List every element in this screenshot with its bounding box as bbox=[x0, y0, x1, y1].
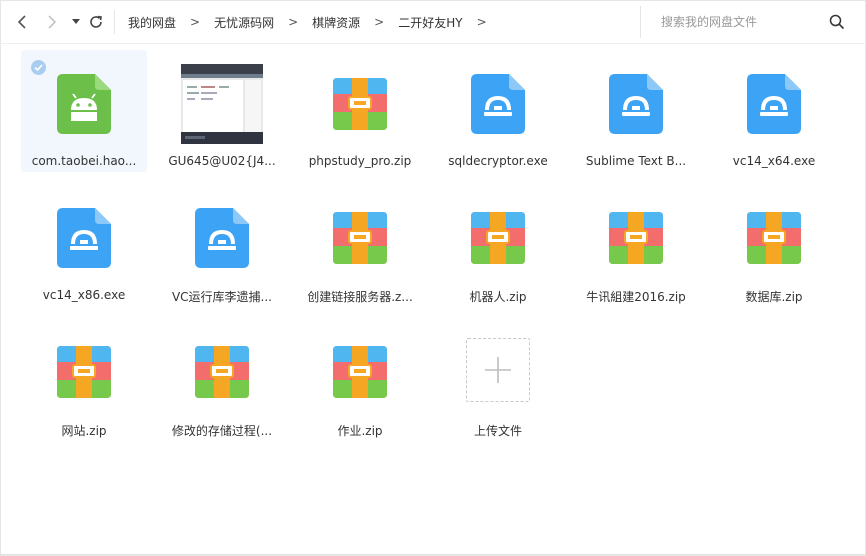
breadcrumb-item[interactable]: 无忧源码网 bbox=[214, 14, 274, 31]
file-name: 作业.zip bbox=[337, 424, 383, 438]
caret-down-icon bbox=[72, 19, 80, 24]
exe-file-icon bbox=[57, 208, 111, 268]
file-item[interactable]: com.taobei.hao... bbox=[21, 50, 147, 172]
breadcrumb-separator: > bbox=[288, 15, 299, 29]
file-item[interactable]: 作业.zip bbox=[297, 318, 423, 440]
back-button[interactable] bbox=[12, 12, 32, 32]
exe-file-icon bbox=[195, 208, 249, 268]
file-item[interactable]: vc14_x86.exe bbox=[21, 184, 147, 306]
toolbar-divider-horizontal bbox=[0, 43, 866, 44]
file-item[interactable]: 牛讯組建2016.zip bbox=[573, 184, 699, 306]
file-name: 创建链接服务器.z... bbox=[307, 290, 413, 304]
image-thumbnail bbox=[181, 64, 263, 144]
file-name: VC运行库李遗捕... bbox=[171, 290, 273, 304]
file-name: Sublime Text B... bbox=[585, 154, 687, 168]
file-item[interactable]: 机器人.zip bbox=[435, 184, 561, 306]
file-item[interactable]: vc14_x64.exe bbox=[711, 50, 837, 172]
android-apk-icon bbox=[57, 74, 111, 134]
breadcrumb-item[interactable]: 二开好友HY bbox=[398, 14, 462, 31]
file-name: 修改的存储过程(... bbox=[171, 424, 273, 438]
upload-box[interactable] bbox=[466, 338, 530, 402]
breadcrumb-separator: > bbox=[374, 15, 385, 29]
file-item[interactable]: 网站.zip bbox=[21, 318, 147, 440]
upload-file-tile[interactable]: 上传文件 bbox=[435, 318, 561, 440]
exe-file-icon bbox=[747, 74, 801, 134]
file-item[interactable]: 创建链接服务器.z... bbox=[297, 184, 423, 306]
history-dropdown-button[interactable] bbox=[66, 12, 86, 32]
file-name: sqldecryptor.exe bbox=[448, 154, 548, 168]
file-name: vc14_x86.exe bbox=[42, 288, 126, 302]
checkmark-icon[interactable] bbox=[31, 60, 46, 75]
zip-archive-icon bbox=[747, 212, 801, 264]
forward-button[interactable] bbox=[42, 12, 62, 32]
chevron-right-icon bbox=[48, 15, 57, 29]
toolbar-divider bbox=[114, 10, 115, 34]
upload-label: 上传文件 bbox=[473, 424, 522, 438]
zip-archive-icon bbox=[609, 212, 663, 264]
refresh-button[interactable] bbox=[86, 12, 106, 32]
zip-archive-icon bbox=[333, 212, 387, 264]
zip-archive-icon bbox=[57, 346, 111, 398]
toolbar: 我的网盘 > 无忧源码网 > 棋牌资源 > 二开好友HY > bbox=[0, 0, 866, 44]
file-name: 机器人.zip bbox=[469, 290, 527, 304]
file-name: 牛讯組建2016.zip bbox=[586, 290, 686, 304]
file-name: 数据库.zip bbox=[745, 290, 803, 304]
breadcrumb: 我的网盘 > 无忧源码网 > 棋牌资源 > 二开好友HY > bbox=[128, 0, 501, 44]
file-item[interactable]: sqldecryptor.exe bbox=[435, 50, 561, 172]
file-item[interactable]: phpstudy_pro.zip bbox=[297, 50, 423, 172]
breadcrumb-item[interactable]: 棋牌资源 bbox=[312, 14, 360, 31]
zip-archive-icon bbox=[195, 346, 249, 398]
file-item[interactable]: VC运行库李遗捕... bbox=[159, 184, 285, 306]
file-name: vc14_x64.exe bbox=[732, 154, 816, 168]
breadcrumb-separator: > bbox=[476, 15, 487, 29]
exe-file-icon bbox=[471, 74, 525, 134]
plus-icon bbox=[485, 357, 511, 383]
file-name: phpstudy_pro.zip bbox=[308, 154, 412, 168]
zip-archive-icon bbox=[333, 346, 387, 398]
breadcrumb-separator: > bbox=[190, 15, 201, 29]
file-name: GU645@U02{J4... bbox=[168, 154, 276, 168]
zip-archive-icon bbox=[333, 78, 387, 130]
file-name: com.taobei.hao... bbox=[31, 154, 137, 168]
search-input[interactable] bbox=[661, 13, 811, 31]
refresh-icon bbox=[90, 15, 102, 28]
search-icon[interactable] bbox=[829, 14, 845, 30]
exe-file-icon bbox=[609, 74, 663, 134]
file-name: 网站.zip bbox=[61, 424, 107, 438]
search-box bbox=[640, 6, 860, 38]
file-item[interactable]: GU645@U02{J4... bbox=[159, 50, 285, 172]
zip-archive-icon bbox=[471, 212, 525, 264]
chevron-left-icon bbox=[17, 15, 26, 29]
breadcrumb-item[interactable]: 我的网盘 bbox=[128, 14, 176, 31]
file-item[interactable]: Sublime Text B... bbox=[573, 50, 699, 172]
file-item[interactable]: 数据库.zip bbox=[711, 184, 837, 306]
file-item[interactable]: 修改的存储过程(... bbox=[159, 318, 285, 440]
